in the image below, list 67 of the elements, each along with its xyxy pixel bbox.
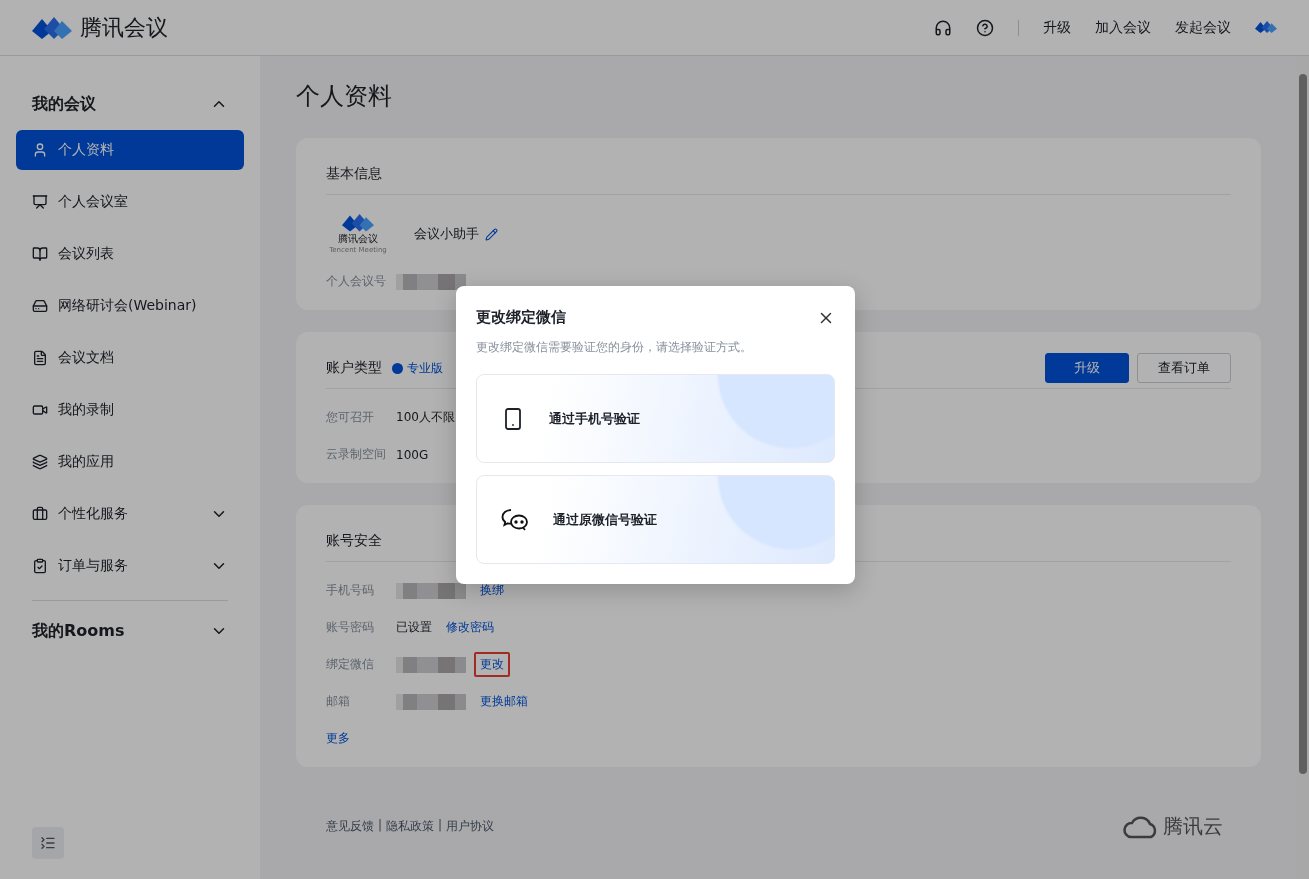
separator: | (438, 818, 443, 834)
video-icon (32, 402, 48, 418)
sidebar-group[interactable]: 我的Rooms (16, 611, 244, 651)
brand-name: 腾讯会议 (80, 13, 168, 42)
header-link[interactable]: 发起会议 (1175, 18, 1231, 37)
cloud-brand: 腾讯云 (1163, 813, 1223, 840)
sidebar-item[interactable]: 会议文档 (16, 338, 244, 378)
card-title: 账号安全 (326, 532, 382, 550)
field-label: 您可召开 (326, 409, 375, 426)
footer-link[interactable]: 意见反馈 (326, 818, 374, 835)
logo-icon (342, 214, 374, 232)
page-title: 个人资料 (296, 81, 393, 112)
chat-bubbles-icon (501, 507, 529, 532)
monitor-icon (32, 194, 48, 210)
logo-icon (1255, 21, 1277, 34)
sidebar-item[interactable]: 网络研讨会(Webinar) (16, 286, 244, 326)
logo-icon (32, 16, 72, 39)
document-icon (32, 350, 48, 366)
card-title: 基本信息 (326, 165, 382, 183)
support-icon[interactable] (934, 18, 952, 37)
collapse-sidebar-button[interactable] (32, 827, 64, 859)
sidebar-item[interactable]: 个人会议室 (16, 182, 244, 222)
user-name: 会议小助手 (414, 225, 479, 243)
sidebar-item[interactable]: 个人资料 (16, 130, 244, 170)
clipboard-icon (32, 558, 48, 574)
avatar-text: 腾讯会议 (338, 231, 378, 246)
more-link[interactable]: 更多 (326, 730, 350, 747)
action-link[interactable]: 更换邮箱 (474, 689, 534, 714)
dialog-description: 更改绑定微信需要验证您的身份，请选择验证方式。 (476, 339, 753, 356)
field-label: 个人会议号 (326, 273, 387, 290)
footer-link[interactable]: 隐私政策 (386, 818, 435, 835)
field-value: 100G (396, 447, 429, 462)
action-button[interactable]: 查看订单 (1137, 353, 1231, 383)
help-icon[interactable] (976, 18, 994, 37)
book-icon (32, 246, 48, 262)
sidebar-item[interactable]: 我的录制 (16, 390, 244, 430)
collapse-icon (40, 835, 56, 851)
user-icon (32, 142, 48, 158)
field-value: 100人不限 (396, 409, 455, 426)
verify-option[interactable]: 通过原微信号验证 (476, 475, 835, 564)
sidebar-item[interactable]: 订单与服务 (16, 546, 244, 586)
verify-option[interactable]: 通过手机号验证 (476, 374, 835, 463)
layers-icon (32, 454, 48, 470)
field-label: 账号密码 (326, 619, 375, 636)
header-link[interactable]: 加入会议 (1095, 18, 1151, 37)
plan-badge: 专业版 (392, 359, 443, 377)
sidebar-item[interactable]: 我的应用 (16, 442, 244, 482)
sidebar-item[interactable]: 个性化服务 (16, 494, 244, 534)
footer-link[interactable]: 用户协议 (446, 818, 495, 835)
action-link[interactable]: 修改密码 (440, 615, 500, 640)
field-label: 邮箱 (326, 693, 351, 710)
sidebar-item[interactable]: 会议列表 (16, 234, 244, 274)
field-label: 云录制空间 (326, 446, 387, 463)
field-label: 手机号码 (326, 582, 375, 599)
briefcase-icon (32, 506, 48, 522)
field-value: 已设置 (396, 619, 432, 636)
dialog-title: 更改绑定微信 (476, 308, 566, 327)
separator: | (378, 818, 383, 834)
field-label: 绑定微信 (326, 656, 375, 673)
drive-icon (32, 298, 48, 314)
action-button[interactable]: 升级 (1045, 353, 1129, 383)
cloud-icon (1123, 814, 1159, 839)
header-link[interactable]: 升级 (1043, 18, 1071, 37)
action-link[interactable]: 更改 (474, 652, 510, 677)
sidebar-group[interactable]: 我的会议 (16, 84, 244, 124)
card-title: 账户类型 (326, 359, 382, 377)
edit-icon[interactable] (485, 227, 498, 241)
